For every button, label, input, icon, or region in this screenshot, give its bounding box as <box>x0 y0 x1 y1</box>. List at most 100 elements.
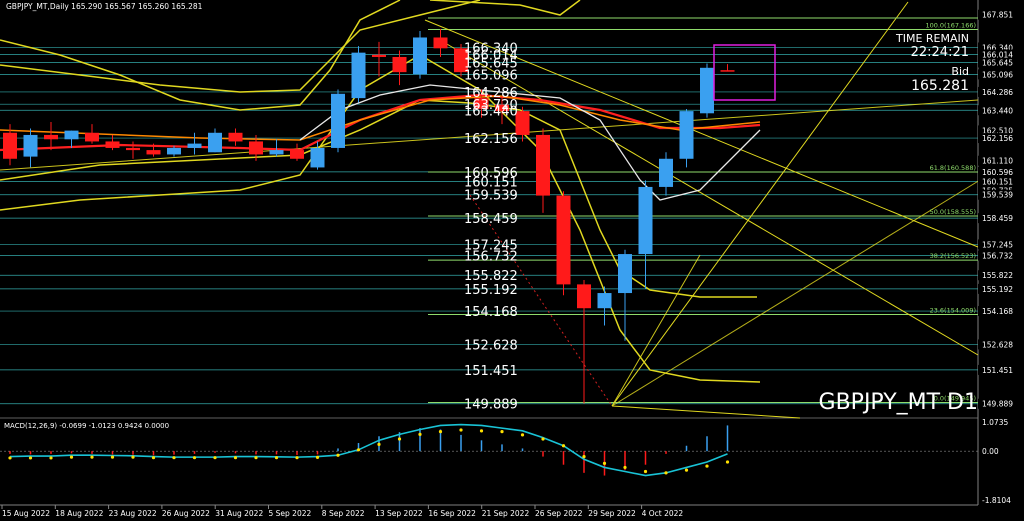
macd-tick-label: -1.8104 <box>982 496 1011 505</box>
macd-signal-dot <box>623 465 627 470</box>
macd-signal-dot <box>28 456 33 460</box>
date-label: 21 Sep 2022 <box>482 509 530 518</box>
candle-body <box>331 93 345 148</box>
date-label: 5 Sep 2022 <box>269 509 312 518</box>
date-label: 15 Aug 2022 <box>2 509 50 518</box>
candle-body <box>597 293 612 309</box>
price-tick-label: 165.645 <box>982 59 1013 68</box>
candle-body <box>208 132 222 153</box>
macd-signal-dot <box>356 448 361 452</box>
candle-body <box>64 130 79 140</box>
macd-signal-dot <box>500 430 504 434</box>
macd-signal-dot <box>69 455 74 459</box>
macd-signal-dot <box>643 469 648 474</box>
macd-signal-dot <box>602 461 607 465</box>
level-label: 151.451 <box>464 364 518 379</box>
macd-signal-dot <box>438 430 443 434</box>
candle-body <box>679 111 694 159</box>
macd-signal-dot <box>295 456 299 460</box>
date-label: 23 Aug 2022 <box>109 509 157 518</box>
level-label: 165.096 <box>464 68 518 83</box>
price-tick-label: 160.151 <box>982 177 1013 186</box>
macd-signal-dot <box>582 454 586 459</box>
chart-canvas: 166.340166.014165.645165.096164.286163.7… <box>0 0 1024 521</box>
fib-label: 50.0(158.555) <box>930 208 976 216</box>
fib-label: 61.8(160.588) <box>930 164 976 172</box>
candle-body <box>659 158 673 187</box>
macd-signal-dot <box>520 433 525 437</box>
macd-signal-dot <box>274 456 279 460</box>
price-tick-label: 161.110 <box>982 157 1013 166</box>
level-label: 154.168 <box>464 305 518 320</box>
date-label: 26 Aug 2022 <box>162 509 210 518</box>
macd-signal-dot <box>8 456 12 460</box>
macd-signal-dot <box>131 455 135 459</box>
macd-signal-dot <box>233 456 238 460</box>
level-label: 163.440 <box>464 104 518 119</box>
macd-signal-dot <box>541 437 545 441</box>
candle-body <box>105 141 120 148</box>
price-tick-label: 164.286 <box>982 88 1013 97</box>
price-tick-label: 167.851 <box>982 11 1013 20</box>
symbol-label: GBPJPY_MT D1 <box>819 390 978 415</box>
price-tick-label: 165.096 <box>982 70 1013 79</box>
date-label: 16 Sep 2022 <box>428 509 476 518</box>
date-label: 29 Sep 2022 <box>588 509 636 518</box>
macd-signal-dot <box>336 453 340 457</box>
macd-signal-dot <box>397 437 402 441</box>
macd-signal-dot <box>705 464 709 468</box>
macd-tick-label: 0.00 <box>982 447 999 456</box>
price-tick-label: 159.539 <box>982 191 1013 200</box>
macd-signal-dot <box>172 456 176 460</box>
price-tick-label: 157.245 <box>982 240 1013 249</box>
candle-body <box>392 56 407 73</box>
candle-body <box>126 147 140 151</box>
candle-body <box>720 70 735 72</box>
macd-signal-dot <box>151 456 156 460</box>
price-tick-label: 162.156 <box>982 134 1013 143</box>
candle-body <box>700 67 714 114</box>
candle-body <box>556 195 571 285</box>
price-tick-label: 163.440 <box>982 106 1013 115</box>
macd-signal-dot <box>725 460 730 464</box>
fib-label: 100.0(167.166) <box>925 22 976 30</box>
candle-body <box>187 143 202 148</box>
level-label: 149.889 <box>464 398 518 413</box>
candle-body <box>433 37 448 49</box>
level-label: 162.156 <box>464 132 518 147</box>
macd-signal-dot <box>684 468 689 472</box>
macd-signal-dot <box>561 444 566 448</box>
date-label: 18 Aug 2022 <box>55 509 103 518</box>
candle-body <box>638 186 653 255</box>
date-label: 4 Oct 2022 <box>642 509 684 518</box>
level-label: 159.539 <box>464 189 518 204</box>
fib-label: 38.2(156.523) <box>930 252 976 260</box>
macd-signal-dot <box>192 456 197 460</box>
price-tick-label: 158.459 <box>982 214 1013 223</box>
macd-signal-dot <box>49 456 53 460</box>
candle-body <box>146 150 161 155</box>
level-label: 156.732 <box>464 250 518 265</box>
date-label: 8 Sep 2022 <box>322 509 365 518</box>
level-label: 155.192 <box>464 283 518 298</box>
macd-signal-dot <box>377 442 381 446</box>
candle-body <box>372 54 386 57</box>
level-label: 152.628 <box>464 338 518 353</box>
bid-value: 165.281 <box>911 78 969 94</box>
chart-title: GBPJPY_MT,Daily 165.290 165.567 165.260 … <box>6 2 203 11</box>
candle-body <box>290 150 304 159</box>
candle-body <box>618 254 632 294</box>
time-remain-value: 22:24:21 <box>911 45 969 60</box>
macd-signal-dot <box>90 455 94 459</box>
candle-body <box>249 141 263 155</box>
bid-label: Bid <box>951 65 969 78</box>
level-label: 158.459 <box>464 212 518 227</box>
candle-body <box>536 134 550 196</box>
candle-body <box>228 132 243 142</box>
macd-signal-dot <box>254 456 258 460</box>
price-tick-label: 160.596 <box>982 168 1013 177</box>
macd-signal-dot <box>479 429 484 433</box>
price-tick-label: 149.889 <box>982 400 1013 409</box>
candle-body <box>269 150 284 155</box>
price-tick-label: 156.732 <box>982 252 1013 261</box>
